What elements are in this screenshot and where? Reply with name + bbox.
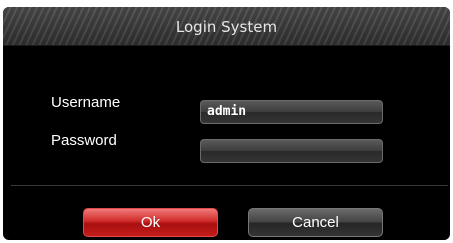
- cancel-button[interactable]: Cancel: [248, 208, 383, 237]
- login-dialog: Login System Username admin Password Ok …: [3, 7, 450, 240]
- dialog-title: Login System: [175, 18, 278, 36]
- divider: [11, 185, 448, 186]
- ok-button[interactable]: Ok: [83, 208, 218, 237]
- username-label: Username: [51, 94, 121, 111]
- username-field[interactable]: admin: [200, 100, 383, 124]
- password-label: Password: [51, 132, 117, 149]
- password-field[interactable]: [200, 139, 383, 163]
